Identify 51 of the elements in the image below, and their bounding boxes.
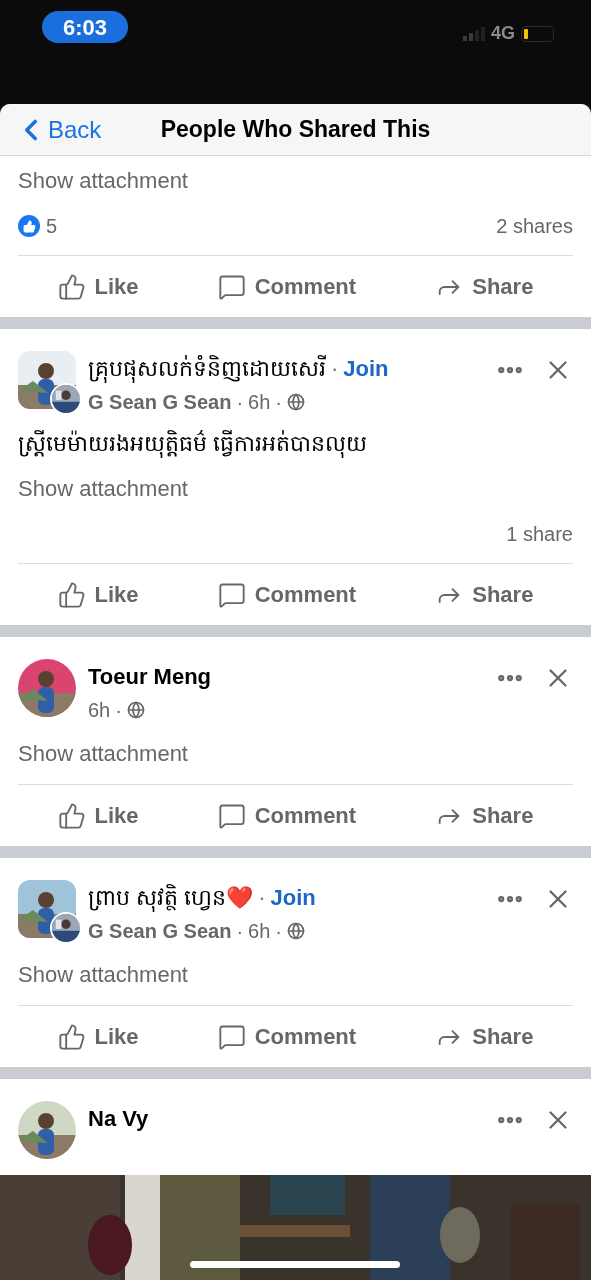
share-button[interactable]: Share <box>429 795 540 836</box>
globe-icon <box>126 701 145 719</box>
group-name[interactable]: គ្រុបផុសលក់ទំនិញដោយសេរី <box>88 351 326 387</box>
comment-button[interactable]: Comment <box>211 1016 363 1057</box>
signal-icon <box>463 26 485 41</box>
join-link[interactable]: Join <box>343 351 389 387</box>
separator-dot: · <box>236 919 244 944</box>
globe-icon <box>287 393 305 411</box>
separator-dot: · <box>115 698 122 723</box>
post-text: ស្រ្តីមេម៉ាយរងអយុត្តិធម៌ ធ្វើការអត់បានលុយ <box>18 429 369 460</box>
show-attachment-link[interactable]: Show attachment <box>18 737 573 770</box>
share-button[interactable]: Share <box>429 574 540 615</box>
post-time: 6h <box>248 390 271 415</box>
join-link[interactable]: Join <box>270 880 316 916</box>
page-title: People Who Shared This <box>160 115 431 145</box>
thumbs-up-icon <box>57 1022 86 1051</box>
like-count[interactable]: 5 <box>46 211 58 241</box>
comment-button[interactable]: Comment <box>211 574 363 615</box>
separator-dot: · <box>331 355 339 383</box>
separator-dot: · <box>275 919 282 944</box>
back-button[interactable]: Back <box>14 111 102 148</box>
separator-dot: · <box>275 390 282 415</box>
separator-dot: · <box>258 884 266 912</box>
share-count[interactable]: 1 share <box>506 519 573 549</box>
share-count[interactable]: 2 shares <box>496 211 573 241</box>
battery-icon <box>521 25 557 42</box>
like-button[interactable]: Like <box>51 266 145 307</box>
author-name[interactable]: Toeur Meng <box>88 659 495 695</box>
globe-icon <box>287 922 305 940</box>
comment-button[interactable]: Comment <box>211 266 363 307</box>
show-attachment-link[interactable]: Show attachment <box>18 958 573 991</box>
thumbs-up-icon <box>57 272 86 301</box>
like-button[interactable]: Like <box>51 795 145 836</box>
clock: 6:03 <box>42 11 128 43</box>
thumbs-up-icon <box>57 580 86 609</box>
like-button[interactable]: Like <box>51 574 145 615</box>
author-name[interactable]: G Sean G Sean <box>88 916 232 946</box>
like-button[interactable]: Like <box>51 1016 145 1057</box>
show-attachment-link[interactable]: Show attachment <box>18 472 573 505</box>
network-label: 4G <box>491 22 515 45</box>
post-time: 6h <box>248 919 271 944</box>
share-button[interactable]: Share <box>429 1016 540 1057</box>
thumbs-up-icon <box>57 801 86 830</box>
separator-dot: · <box>236 390 244 415</box>
share-button[interactable]: Share <box>429 266 540 307</box>
comment-button[interactable]: Comment <box>211 795 363 836</box>
post-time: 6h <box>88 698 111 723</box>
group-name[interactable]: ព្រាប សុវត្ថិ ហ្វេន❤ <box>88 880 254 916</box>
show-attachment-link[interactable]: Show attachment <box>18 156 573 197</box>
like-reaction-icon <box>18 215 40 237</box>
author-name[interactable]: G Sean G Sean <box>88 387 232 417</box>
